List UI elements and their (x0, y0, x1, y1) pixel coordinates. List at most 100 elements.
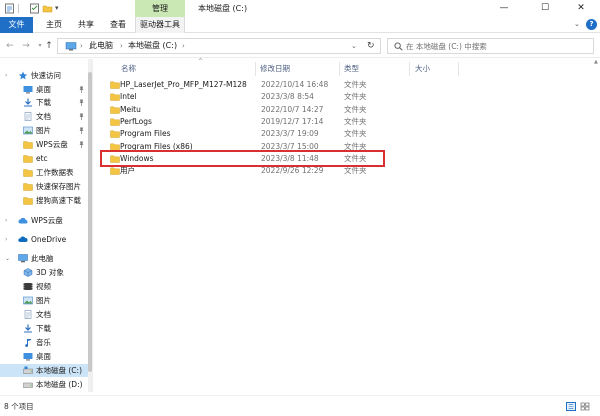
scroll-up-icon[interactable]: ▲ (594, 59, 598, 65)
forward-button[interactable]: → (21, 40, 31, 52)
sidebar-item-downloads-pc[interactable]: 下载 (0, 322, 92, 335)
sidebar-item-work-data[interactable]: 工作数据表 (0, 166, 92, 179)
sidebar-item-3d-objects[interactable]: 3D 对象 (0, 266, 92, 279)
sidebar-item-etc[interactable]: etc (0, 152, 92, 165)
expand-arrow-icon[interactable]: › (5, 214, 7, 227)
search-input[interactable] (406, 40, 586, 52)
expand-arrow-icon[interactable]: › (5, 233, 7, 246)
file-name: Intel (120, 92, 137, 101)
table-row[interactable]: HP_LaserJet_Pro_MFP_M127-M128 2022/10/14… (103, 79, 393, 91)
sidebar-item-local-disk-c[interactable]: 本地磁盘 (C:) (0, 364, 92, 377)
folder-icon (110, 93, 120, 101)
breadcrumb-this-pc[interactable]: 此电脑 (89, 39, 113, 53)
table-row[interactable]: Program Files 2023/3/7 19:09 文件夹 (103, 128, 393, 140)
help-icon[interactable]: ? (586, 19, 597, 30)
maximize-button[interactable]: ☐ (526, 0, 564, 17)
expand-arrow-icon[interactable]: › (5, 69, 7, 82)
column-header-name[interactable]: 名称 (121, 63, 136, 75)
download-icon (24, 98, 32, 107)
sidebar-item-label: 快速访问 (31, 71, 61, 80)
column-divider[interactable] (409, 62, 410, 76)
search-box[interactable] (387, 38, 594, 54)
sidebar-item-label: 下载 (36, 98, 51, 107)
sidebar-item-wps-cloud-pinned[interactable]: WPS云盘 (0, 138, 92, 151)
sidebar-item-quick-access[interactable]: › 快速访问 (0, 69, 92, 82)
new-folder-icon[interactable] (42, 3, 53, 14)
desktop-icon (23, 86, 33, 94)
file-type: 文件夹 (344, 105, 367, 114)
column-header-size[interactable]: 大小 (415, 63, 430, 75)
sidebar-item-desktop-pc[interactable]: 桌面 (0, 350, 92, 363)
column-divider[interactable] (339, 62, 340, 76)
sidebar-item-wps-cloud[interactable]: › WPS云盘 (0, 214, 92, 227)
sidebar-item-local-disk-d[interactable]: 本地磁盘 (D:) (0, 378, 92, 391)
drive-icon (23, 366, 33, 374)
folder-icon (23, 169, 33, 177)
navigation-bar: ← → ▾ ↑ › 此电脑 › 本地磁盘 (C:) › ⌄ ↻ (0, 34, 600, 58)
address-history-dropdown[interactable]: ⌄ (351, 39, 357, 53)
sidebar-item-downloads[interactable]: 下载 (0, 96, 92, 109)
breadcrumb-separator[interactable]: › (182, 39, 185, 53)
sidebar-item-desktop[interactable]: 桌面 (0, 83, 92, 96)
tab-file[interactable]: 文件 (0, 17, 33, 33)
file-date: 2022/10/7 14:27 (261, 105, 324, 114)
sidebar-item-documents-pc[interactable]: 文档 (0, 308, 92, 321)
pin-icon[interactable] (78, 113, 85, 120)
pin-icon[interactable] (78, 127, 85, 134)
sidebar-item-music[interactable]: 音乐 (0, 336, 92, 349)
file-name: Meitu (120, 105, 141, 114)
sidebar-item-sogou-download[interactable]: 搜狗高速下载 (0, 194, 92, 207)
breadcrumb-separator[interactable]: › (80, 39, 83, 53)
tab-drive-tools[interactable]: 驱动器工具 (135, 17, 185, 33)
sidebar-item-quick-save-pictures[interactable]: 快速保存图片 (0, 180, 92, 193)
column-divider[interactable] (255, 62, 256, 76)
properties-icon[interactable] (4, 3, 15, 14)
tab-view[interactable]: 查看 (106, 17, 130, 33)
sidebar-item-pictures-pc[interactable]: 图片 (0, 294, 92, 307)
sidebar-item-label: etc (36, 154, 48, 163)
column-divider[interactable] (458, 62, 459, 76)
quick-access-separator (18, 4, 19, 13)
sidebar-item-label: WPS云盘 (36, 140, 68, 149)
customize-quick-access-icon[interactable]: ▾ (55, 3, 66, 14)
up-button[interactable]: ↑ (44, 40, 54, 52)
pin-icon[interactable] (78, 141, 85, 148)
tab-share[interactable]: 共享 (74, 17, 98, 33)
file-name: PerfLogs (120, 117, 152, 126)
breadcrumb-separator[interactable]: › (120, 39, 123, 53)
column-header-type[interactable]: 类型 (344, 63, 359, 75)
checklist-icon[interactable] (29, 3, 40, 14)
large-icons-view-icon[interactable] (580, 402, 590, 411)
details-view-icon[interactable] (566, 402, 576, 411)
table-row[interactable]: PerfLogs 2019/12/7 17:14 文件夹 (103, 116, 393, 128)
close-button[interactable]: ✕ (562, 0, 600, 17)
breadcrumb-local-disk-c[interactable]: 本地磁盘 (C:) (128, 39, 177, 53)
tab-home[interactable]: 主页 (42, 17, 66, 33)
sidebar-item-documents[interactable]: 文档 (0, 110, 92, 123)
collapse-arrow-icon[interactable]: ⌄ (5, 252, 10, 265)
sidebar-item-label: OneDrive (31, 235, 67, 244)
item-count: 8 个项目 (4, 402, 34, 411)
sidebar-item-label: 下载 (36, 324, 51, 333)
sidebar-item-label: WPS云盘 (31, 216, 63, 225)
address-bar[interactable]: › 此电脑 › 本地磁盘 (C:) › ⌄ ↻ (57, 38, 381, 54)
column-header-date-modified[interactable]: 修改日期 (260, 63, 290, 75)
refresh-icon[interactable]: ↻ (367, 39, 375, 53)
expand-ribbon-icon[interactable]: ⌄ (574, 20, 580, 28)
minimize-button[interactable]: — (485, 0, 523, 17)
back-button[interactable]: ← (5, 40, 15, 52)
sort-indicator-icon: ^ (198, 58, 204, 65)
sidebar-item-this-pc[interactable]: ⌄ 此电脑 (0, 252, 92, 265)
table-row[interactable]: Intel 2023/3/8 8:54 文件夹 (103, 91, 393, 103)
sidebar-item-label: 文档 (36, 112, 51, 121)
computer-icon (18, 254, 28, 263)
status-bar: 8 个项目 (0, 395, 600, 416)
sidebar-item-videos[interactable]: 视频 (0, 280, 92, 293)
pin-icon[interactable] (78, 99, 85, 106)
manage-tab[interactable]: 管理 (135, 0, 185, 17)
sidebar-item-pictures[interactable]: 图片 (0, 124, 92, 137)
table-row[interactable]: Meitu 2022/10/7 14:27 文件夹 (103, 104, 393, 116)
content-scrollbar[interactable] (593, 59, 600, 392)
sidebar-item-onedrive[interactable]: › OneDrive (0, 233, 92, 246)
pin-icon[interactable] (78, 86, 85, 93)
